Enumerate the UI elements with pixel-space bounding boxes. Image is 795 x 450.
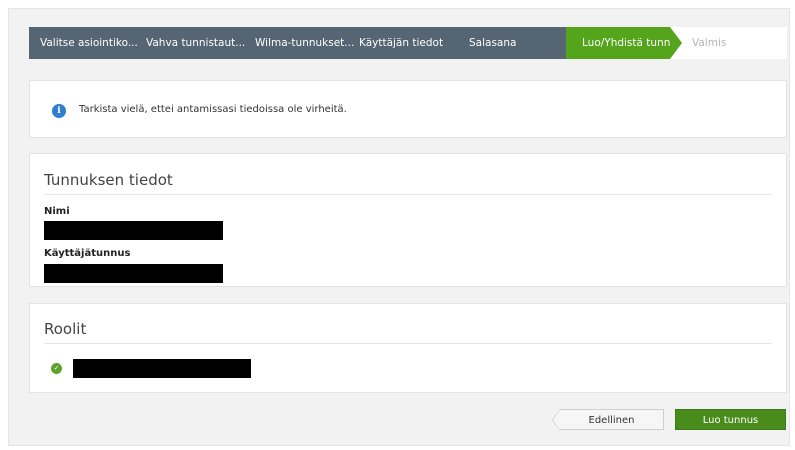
redacted-username-value <box>44 264 223 283</box>
info-panel: i Tarkista vielä, ettei antamissasi tied… <box>29 80 787 138</box>
check-circle-icon: ✓ <box>51 363 62 374</box>
username-label: Käyttäjätunnus <box>44 248 131 259</box>
wizard-step-wilma-accounts[interactable]: Wilma-tunnukset... <box>244 27 354 59</box>
create-account-button[interactable]: Luo tunnus <box>675 409 786 430</box>
redacted-name-value <box>44 221 223 240</box>
wizard-steps: Valitse asiointiko... Vahva tunnistaut..… <box>29 27 787 59</box>
wizard-step-service-type[interactable]: Valitse asiointiko... <box>29 27 138 59</box>
info-message: Tarkista vielä, ettei antamissasi tiedoi… <box>79 104 347 115</box>
roles-title: Roolit <box>44 320 87 338</box>
wizard-step-strong-auth[interactable]: Vahva tunnistaut... <box>135 27 245 59</box>
wizard-step-create-account: Luo/Yhdistä tunn... <box>566 27 682 59</box>
name-label: Nimi <box>44 206 70 217</box>
roles-panel: Roolit ✓ <box>29 303 787 393</box>
redacted-role-value <box>73 359 251 378</box>
wizard-step-password[interactable]: Salasana <box>458 27 566 59</box>
divider <box>44 343 772 344</box>
wizard-step-user-details[interactable]: Käyttäjän tiedot <box>348 27 458 59</box>
previous-button[interactable]: Edellinen <box>552 409 664 431</box>
account-details-panel: Tunnuksen tiedot Nimi Käyttäjätunnus <box>29 153 787 287</box>
wizard-step-done: Valmis <box>670 27 787 59</box>
divider <box>44 194 772 195</box>
account-details-title: Tunnuksen tiedot <box>44 171 173 189</box>
info-icon: i <box>52 104 66 118</box>
